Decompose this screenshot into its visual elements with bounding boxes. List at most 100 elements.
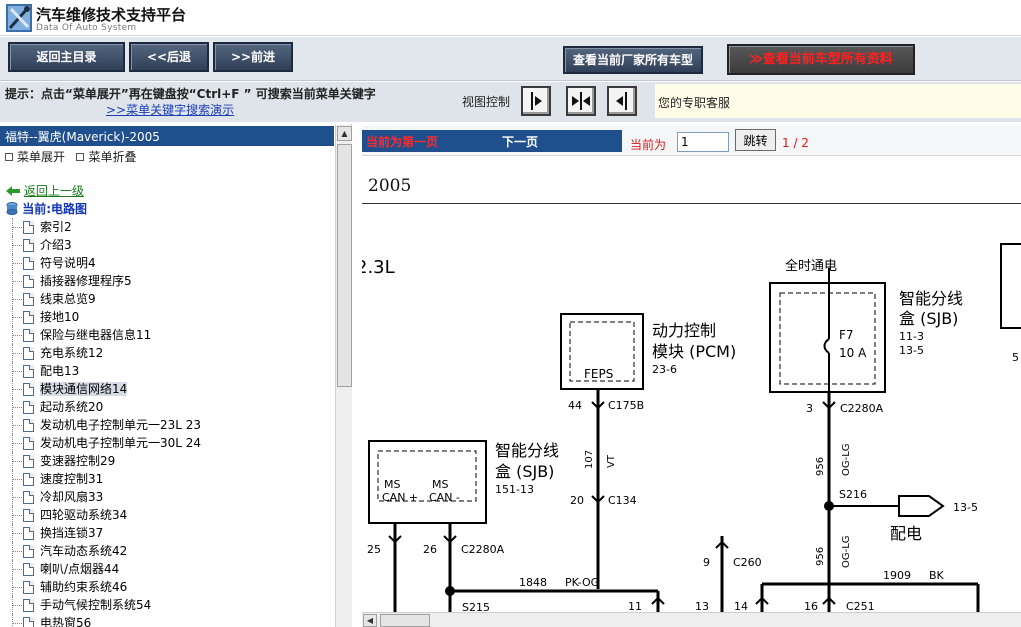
back-arrow-icon	[6, 186, 20, 196]
tree-item[interactable]: 配电13	[10, 362, 334, 380]
c2280a-top-label: C2280A	[840, 402, 884, 415]
tree-item[interactable]: 接地10	[10, 308, 334, 326]
tree-item-label: 配电13	[40, 364, 80, 378]
document-icon	[23, 329, 34, 342]
tree-item-label: 四轮驱动系统34	[40, 508, 128, 522]
tree-item-label: 发动机电子控制单元一30L 24	[40, 436, 202, 450]
horizontal-scrollbar-thumb[interactable]	[380, 614, 430, 627]
tree-item[interactable]: 电热窗56	[10, 614, 334, 627]
tree-item[interactable]: 模块通信网络14	[10, 380, 334, 398]
tree-item-label: 辅助约束系统46	[40, 580, 128, 594]
back-up-link[interactable]: 返回上一级	[6, 182, 84, 199]
view-expand-left-button[interactable]	[607, 86, 637, 116]
tree-item[interactable]: 索引2	[10, 218, 334, 236]
expand-menu-button[interactable]: 菜单展开	[5, 150, 65, 164]
fuse-symbol	[823, 338, 830, 354]
og-lg-a-label: OG-LG	[841, 443, 852, 476]
page-number-input[interactable]	[677, 132, 729, 152]
document-icon	[23, 491, 34, 504]
pin-44-label: 44	[568, 399, 582, 412]
tree-item[interactable]: 四轮驱动系统34	[10, 506, 334, 524]
view-split-button[interactable]	[566, 86, 596, 116]
wire-107-label: 107	[584, 450, 595, 469]
tree-item[interactable]: 速度控制31	[10, 470, 334, 488]
forward-button[interactable]: >>前进	[213, 42, 293, 72]
document-icon	[23, 401, 34, 414]
tree-item-label: 插接器修理程序5	[40, 274, 132, 288]
ref-arrow-13-5	[898, 495, 945, 517]
pcm-title-2: 模块 (PCM)	[652, 342, 736, 361]
collapse-menu-button[interactable]: 菜单折叠	[76, 150, 136, 164]
s215-label: S215	[462, 601, 490, 612]
page-count: 1 / 2	[782, 136, 809, 150]
tree-item[interactable]: 介绍3	[10, 236, 334, 254]
tree-item[interactable]: 插接器修理程序5	[10, 272, 334, 290]
search-hint-text: 提示：点击“菜单展开”再在键盘按“Ctrl+F ” 可搜索当前菜单关键字	[5, 87, 376, 101]
pin-26-label: 26	[423, 543, 437, 556]
sjb-top-title-1: 智能分线	[899, 289, 963, 308]
tree-item-label: 速度控制31	[40, 472, 104, 486]
tree-item[interactable]: 冷却风扇33	[10, 488, 334, 506]
pcm-ref: 23-6	[652, 363, 677, 376]
pk-og-label: PK-OG	[565, 576, 599, 589]
square-icon	[5, 153, 13, 161]
document-icon	[23, 221, 34, 234]
pin-13-label: 13	[695, 600, 709, 612]
tree-item[interactable]: 发动机电子控制单元一23L 23	[10, 416, 334, 434]
support-contact[interactable]: 您的专职客服	[655, 84, 1021, 118]
first-page-indicator: 当前为第一页	[362, 130, 492, 152]
tree-item[interactable]: 发动机电子控制单元一30L 24	[10, 434, 334, 452]
scroll-up-icon[interactable]: ▲	[337, 126, 352, 141]
pin-9-label: 9	[703, 556, 710, 569]
view-expand-right-button[interactable]	[521, 86, 551, 116]
tree-item[interactable]: 保险与继电器信息11	[10, 326, 334, 344]
back-up-label[interactable]: 返回上一级	[24, 184, 84, 198]
section-tree: 索引2 介绍3 符号说明4 插接器修理程序5 线束总览9 接地10 保险与继电器信息11 充电…	[10, 218, 334, 627]
tree-item-label: 发动机电子控制单元一23L 23	[40, 418, 202, 432]
horizontal-scrollbar[interactable]: ◀	[362, 612, 1021, 627]
tree-item[interactable]: 符号说明4	[10, 254, 334, 272]
c251-label: C251	[846, 600, 875, 612]
distribution-label: 配电	[890, 524, 922, 543]
og-lg-b-label: OG-LG	[841, 535, 852, 568]
home-button[interactable]: 返回主目录	[8, 42, 125, 72]
tree-item[interactable]: 喇叭/点烟器44	[10, 560, 334, 578]
sidebar-scrollbar[interactable]: ▲	[335, 125, 352, 627]
document-icon	[23, 383, 34, 396]
next-page-button[interactable]: 下一页	[492, 130, 622, 152]
tree-item-label: 充电系统12	[40, 346, 104, 360]
maker-models-button[interactable]: 查看当前厂家所有车型	[563, 46, 703, 74]
tree-item-label: 保险与继电器信息11	[40, 328, 152, 342]
tree-item[interactable]: 变速器控制29	[10, 452, 334, 470]
back-button[interactable]: <<后退	[129, 42, 209, 72]
document-icon	[23, 581, 34, 594]
tree-item[interactable]: 线束总览9	[10, 290, 334, 308]
app-subtitle: Data Of Auto System	[36, 23, 137, 33]
tree-item[interactable]: 汽车动态系统42	[10, 542, 334, 560]
document-icon	[23, 473, 34, 486]
wire-956-a-label: 956	[815, 457, 826, 476]
square-icon	[76, 153, 85, 161]
split-view-icon	[572, 92, 590, 110]
scrollbar-thumb[interactable]	[337, 144, 352, 387]
arrow-right-icon	[531, 92, 542, 110]
model-data-button[interactable]: ≫查看当前车型所有资料	[727, 44, 915, 75]
tree-item[interactable]: 起动系统20	[10, 398, 334, 416]
current-node-label: 电路图	[51, 202, 88, 216]
jump-button[interactable]: 跳转	[735, 129, 776, 151]
pcm-title-1: 动力控制	[652, 321, 716, 340]
hint-bar: 提示：点击“菜单展开”再在键盘按“Ctrl+F ” 可搜索当前菜单关键字 >>菜…	[0, 82, 1021, 122]
fuse-amp-label: 10 A	[839, 346, 867, 360]
pin-3-label: 3	[806, 402, 813, 415]
sjb-top-title-2: 盒 (SJB)	[899, 309, 958, 328]
wire-1909-label: 1909	[883, 569, 911, 582]
tree-item[interactable]: 充电系统12	[10, 344, 334, 362]
tree-item[interactable]: 手动气候控制系统54	[10, 596, 334, 614]
scroll-left-icon[interactable]: ◀	[363, 614, 377, 627]
tree-item[interactable]: 换挡连锁37	[10, 524, 334, 542]
search-demo-link[interactable]: >>菜单关键字搜索演示	[106, 101, 234, 118]
view-control-label: 视图控制	[462, 95, 511, 109]
app-title-bar: 汽车维修技术支持平台 Data Of Auto System	[0, 0, 1021, 36]
tree-item[interactable]: 辅助约束系统46	[10, 578, 334, 596]
content-pane: 当前为第一页 下一页 当前为 跳转 1 / 2 2005	[362, 124, 1021, 627]
